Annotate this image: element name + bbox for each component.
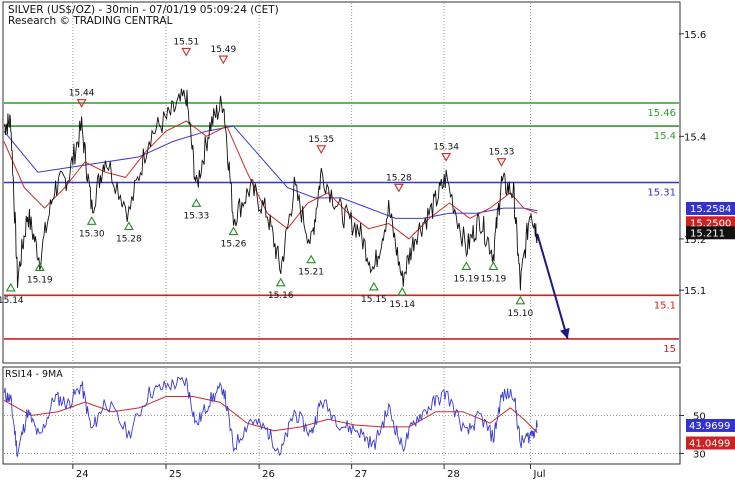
swing-low-label: 15.21 [298,268,324,278]
swing-low-label: 15.28 [116,234,142,244]
rsi-tag-label: 43.9699 [689,421,730,432]
swing-low-label: 15.15 [361,295,387,305]
chart-subtitle: Research © TRADING CENTRAL [8,15,173,27]
y-tick-label: 15.6 [684,30,706,41]
swing-low-label: 15.19 [453,274,479,284]
swing-high-label: 15.44 [69,89,95,99]
swing-low-label: 15.10 [507,309,533,319]
chart-canvas: 15.46 15.4 15.31 15.1 15 15.14 15.19 15.30 15.2… [0,0,735,480]
y-tick-label: 15.1 [684,286,706,297]
swing-low-label: 15.19 [480,274,506,284]
level-label: 15 [663,344,676,355]
x-tick-label: 25 [169,469,182,480]
x-tick-label: 27 [355,469,368,480]
price-tag-label: 15.211 [690,228,725,239]
swing-low-label: 15.14 [389,300,415,310]
x-tick-label: 26 [262,469,275,480]
level-label: 15.4 [654,131,676,142]
x-tick-label: 28 [447,469,460,480]
rsi-tick-label: 30 [693,450,706,461]
swing-high-label: 15.28 [386,173,412,183]
price-tag-label: 15.2584 [690,204,731,215]
swing-low-label: 15.16 [268,291,294,301]
level-label: 15.46 [647,108,676,119]
swing-low-label: 15.26 [221,240,247,250]
rsi-title: RSI14 - 9MA [5,369,63,380]
level-label: 15.1 [654,300,676,311]
level-label: 15.31 [647,188,676,199]
swing-low-label: 15.30 [79,229,105,239]
rsi-tag-label: 41.0499 [689,439,730,450]
swing-high-label: 15.33 [489,148,515,158]
x-tick-label: Jul [533,469,546,480]
swing-high-label: 15.34 [433,143,459,153]
swing-low-label: 15.33 [183,211,209,221]
swing-high-label: 15.49 [210,45,236,55]
y-tick-label: 15.4 [684,132,706,143]
x-tick-label: 24 [76,469,89,480]
swing-high-label: 15.35 [308,135,334,145]
swing-high-label: 15.51 [173,37,199,47]
swing-low-label: 15.14 [0,296,24,306]
swing-low-label: 15.19 [27,275,53,285]
